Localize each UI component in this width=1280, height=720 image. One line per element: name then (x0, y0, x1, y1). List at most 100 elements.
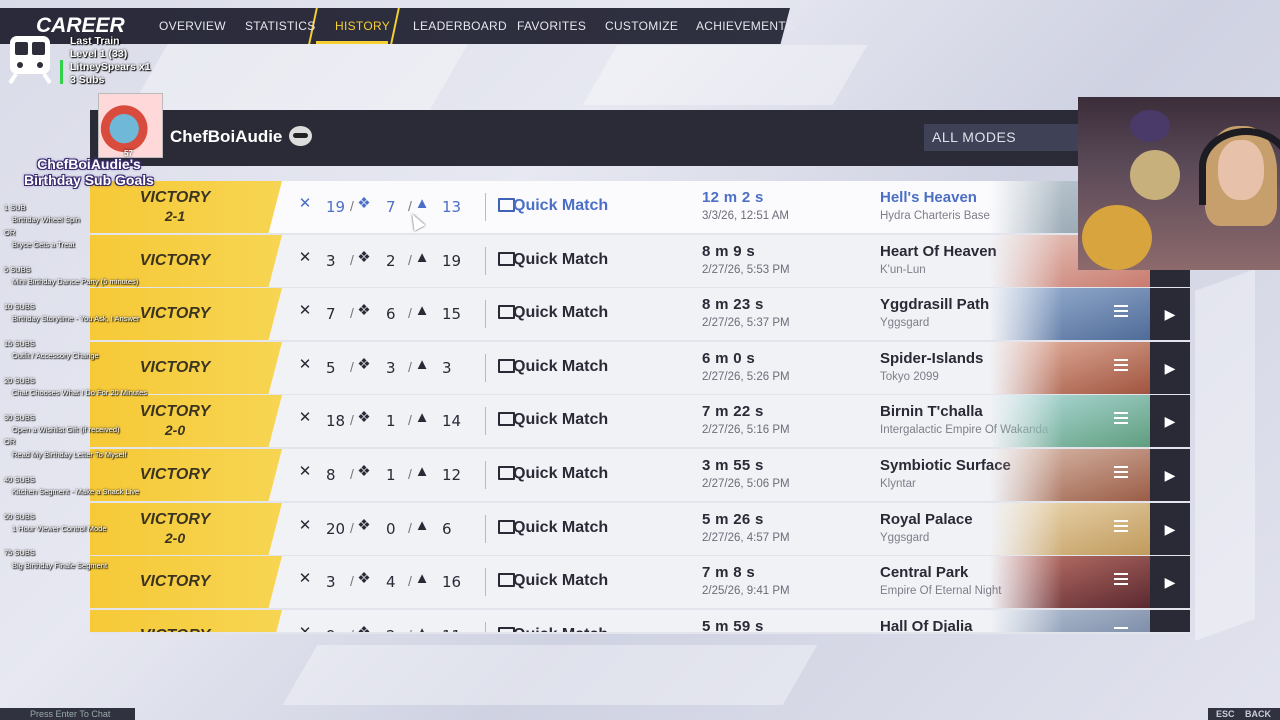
match-row[interactable]: VICTORY ✕ 3/❖ 4/▲ 16 Quick Match 7 m 8 s 2/25/2… (90, 556, 1190, 610)
username: ChefBoiAudie (170, 127, 283, 146)
assists-value: 14 (442, 412, 462, 430)
mode-filter-dropdown[interactable]: ALL MODES (924, 124, 1092, 151)
assists-value: 13 (442, 198, 462, 216)
deaths-icon: ❖ (357, 517, 371, 534)
stat-divider: / (408, 627, 412, 632)
match-row[interactable]: VICTORY ✕ 8/❖ 1/▲ 12 Quick Match 3 m 55 s 2/27/… (90, 449, 1190, 503)
plush-toy (1082, 205, 1152, 270)
stat-divider: / (350, 305, 354, 321)
match-date: 2/27/26, 5:06 PM (702, 478, 790, 490)
map-region: Klyntar (880, 478, 916, 490)
game-mode: Quick Match (513, 304, 609, 321)
details-menu-icon[interactable] (1114, 466, 1128, 480)
background-shape (582, 45, 868, 105)
map-region: Yggsgard (880, 532, 930, 544)
active-tab-underline (316, 41, 388, 44)
game-mode: Quick Match (513, 197, 609, 214)
details-menu-icon[interactable] (1114, 573, 1128, 587)
deaths-value: 1 (386, 466, 396, 484)
tab-customize[interactable]: CUSTOMIZE (605, 19, 678, 33)
deaths-value: 0 (386, 520, 396, 538)
match-row[interactable]: VICTORY✕9/❖2/▲11Quick Match5 m 59 sHall … (90, 610, 1190, 634)
assists-value: 6 (442, 520, 452, 538)
match-duration: 7 m 22 s (702, 403, 764, 420)
chat-hint[interactable]: Press Enter To Chat (0, 708, 135, 720)
details-menu-icon[interactable] (1114, 412, 1128, 426)
sub-goal-tier: 40 SUBS (4, 475, 35, 484)
match-row[interactable]: VICTORY ✕ 7/❖ 6/▲ 15 Quick Match 8 m 23 s 2/27/… (90, 288, 1190, 342)
column-divider (485, 247, 486, 275)
sub-goal-item: Open a Wishlist Gift (if received) (12, 425, 120, 434)
details-menu-icon[interactable] (1114, 305, 1128, 319)
train-level: Level 1 (33) (70, 48, 128, 60)
assists-icon: ▲ (414, 463, 430, 480)
details-menu-icon[interactable] (1114, 627, 1128, 632)
back-button[interactable]: ESC BACK (1208, 708, 1280, 720)
kills-value: 5 (326, 359, 336, 377)
sub-goals-title: ChefBoiAudie's Birthday Sub Goals (24, 156, 154, 188)
tab-favorites[interactable]: FAVORITES (517, 19, 586, 33)
deaths-icon: ❖ (357, 195, 371, 212)
sub-goal-tier: 20 SUBS (4, 376, 35, 385)
match-row[interactable]: VICTORY ✕ 3/❖ 2/▲ 19 Quick Match 8 m 9 s 2/27/2… (90, 235, 1190, 289)
match-duration: 5 m 59 s (702, 618, 764, 634)
replay-button[interactable]: ▶ (1150, 342, 1190, 394)
kills-icon: ✕ (298, 570, 312, 587)
stat-divider: / (408, 198, 412, 214)
sub-goal-item: Chat Chooses What I Do For 20 Minutes (12, 388, 148, 397)
assists-icon: ▲ (414, 517, 430, 534)
game-mode: Quick Match (513, 251, 609, 268)
match-duration: 6 m 0 s (702, 350, 755, 367)
result-label: VICTORY (139, 252, 211, 269)
assists-value: 19 (442, 252, 462, 270)
match-date: 2/27/26, 5:26 PM (702, 371, 790, 383)
match-duration: 3 m 55 s (702, 457, 764, 474)
deaths-icon: ❖ (357, 463, 371, 480)
back-label: BACK (1245, 709, 1272, 719)
deaths-icon: ❖ (357, 302, 371, 319)
deaths-value: 2 (386, 252, 396, 270)
background-shape (282, 645, 818, 705)
sub-goal-item: Big Birthday Finale Segment (12, 561, 108, 570)
kills-value: 3 (326, 573, 336, 591)
match-row[interactable]: VICTORY 2-0 ✕ 18/❖ 1/▲ 14 Quick Match 7 m 22 s2… (90, 395, 1190, 449)
details-menu-icon[interactable] (1114, 520, 1128, 534)
deaths-value: 1 (386, 412, 396, 430)
sub-goal-item: Read My Birthday Letter To Myself (12, 450, 127, 459)
game-mode: Quick Match (513, 572, 609, 589)
deaths-value: 3 (386, 359, 396, 377)
tab-leaderboard[interactable]: LEADERBOARD (413, 19, 507, 33)
result-label: VICTORY (130, 627, 220, 632)
game-mode: Quick Match (513, 411, 609, 428)
replay-button[interactable]: ▶ (1150, 556, 1190, 608)
deaths-value: 4 (386, 573, 396, 591)
deaths-value: 7 (386, 198, 396, 216)
result-label: VICTORY (139, 189, 211, 206)
train-icon (8, 36, 52, 84)
match-row[interactable]: VICTORY 2-1 ✕ 19/❖ 7/▲ 13 Quick Match 12 m 2 s3… (90, 181, 1190, 235)
column-divider (485, 568, 486, 596)
tab-overview[interactable]: OVERVIEW (159, 19, 226, 33)
game-mode: Quick Match (513, 626, 608, 632)
match-row[interactable]: VICTORY 2-0 ✕ 20/❖ 0/▲ 6 Quick Match 5 m 26 s 2/… (90, 503, 1190, 557)
tab-history[interactable]: HISTORY (335, 19, 390, 33)
column-divider (485, 193, 486, 221)
replay-button[interactable]: ▶ (1150, 288, 1190, 340)
game-mode: Quick Match (513, 358, 609, 375)
column-divider (485, 461, 486, 489)
match-row[interactable]: VICTORY ✕ 5/❖ 3/▲ 3 Quick Match 6 m 0 s 2/27/26… (90, 342, 1190, 396)
replay-button[interactable]: ▶ (1150, 503, 1190, 555)
column-divider (485, 622, 486, 632)
raccoon-icon (289, 126, 312, 146)
replay-button[interactable]: ▶ (1150, 610, 1190, 632)
details-menu-icon[interactable] (1114, 359, 1128, 373)
replay-button[interactable]: ▶ (1150, 449, 1190, 501)
replay-button[interactable]: ▶ (1150, 395, 1190, 447)
train-sub-count: 3 Subs (70, 74, 105, 86)
map-region: K'un-Lun (880, 264, 926, 276)
map-name: Birnin T'challa (880, 403, 983, 420)
tab-achievements[interactable]: ACHIEVEMENTS (696, 19, 794, 33)
kills-value: 9 (326, 627, 336, 632)
tab-statistics[interactable]: STATISTICS (245, 19, 316, 33)
kills-icon: ✕ (298, 249, 312, 266)
